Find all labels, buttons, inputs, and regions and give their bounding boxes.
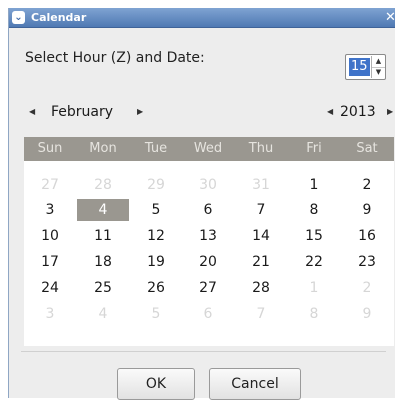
hour-spinner[interactable]: 15 ▲ ▼ bbox=[345, 54, 386, 80]
hour-value[interactable]: 15 bbox=[349, 58, 370, 76]
day-cell[interactable]: 1 bbox=[288, 174, 340, 196]
year-label: 2013 bbox=[340, 104, 376, 120]
weekday-tue: Tue bbox=[144, 141, 168, 156]
day-cell[interactable]: 5 bbox=[130, 303, 182, 325]
weekday-wed: Wed bbox=[193, 141, 223, 156]
day-cell[interactable]: 28 bbox=[235, 277, 287, 299]
hour-date-label: Select Hour (Z) and Date: bbox=[25, 50, 205, 66]
day-cell[interactable]: 17 bbox=[24, 251, 76, 273]
month-label: February bbox=[51, 104, 114, 120]
day-cell[interactable]: 15 bbox=[288, 225, 340, 247]
spin-down-button[interactable]: ▼ bbox=[372, 67, 385, 78]
cancel-button[interactable]: Cancel bbox=[209, 368, 301, 400]
calendar-grid: Sun Mon Tue Wed Thu Fri Sat 27 28 29 30 31 1 2 3 4 5 6 7 8… bbox=[24, 137, 394, 346]
window-title: Calendar bbox=[31, 11, 87, 24]
weekday-mon: Mon bbox=[89, 141, 117, 156]
day-cell[interactable]: 7 bbox=[235, 303, 287, 325]
prev-month-icon[interactable]: ◀ bbox=[29, 104, 35, 120]
day-cell[interactable]: 2 bbox=[341, 277, 393, 299]
day-cell[interactable]: 1 bbox=[288, 277, 340, 299]
day-cell[interactable]: 24 bbox=[24, 277, 76, 299]
day-cell[interactable]: 25 bbox=[77, 277, 129, 299]
day-cell[interactable]: 4 bbox=[77, 303, 129, 325]
close-icon[interactable]: ✕ bbox=[385, 9, 395, 26]
weekday-fri: Fri bbox=[306, 141, 322, 156]
weekday-header: Sun Mon Tue Wed Thu Fri Sat bbox=[24, 137, 394, 161]
weekday-sat: Sat bbox=[356, 141, 378, 156]
day-cell[interactable]: 30 bbox=[182, 174, 234, 196]
day-cell[interactable]: 16 bbox=[341, 225, 393, 247]
day-cell[interactable]: 5 bbox=[130, 199, 182, 221]
day-cell[interactable]: 3 bbox=[24, 199, 76, 221]
day-cell[interactable]: 11 bbox=[77, 225, 129, 247]
day-cell[interactable]: 13 bbox=[182, 225, 234, 247]
day-cell[interactable]: 23 bbox=[341, 251, 393, 273]
day-cell[interactable]: 27 bbox=[182, 277, 234, 299]
month-year-navigation: ◀ February ▶ ◀ 2013 ▶ bbox=[9, 102, 395, 124]
day-cell[interactable]: 27 bbox=[24, 174, 76, 196]
day-cell[interactable]: 2 bbox=[341, 174, 393, 196]
day-cell[interactable]: 6 bbox=[182, 303, 234, 325]
day-cell[interactable]: 3 bbox=[24, 303, 76, 325]
day-cell[interactable]: 7 bbox=[235, 199, 287, 221]
weekday-sun: Sun bbox=[37, 141, 63, 156]
day-cell[interactable]: 10 bbox=[24, 225, 76, 247]
day-cell[interactable]: 19 bbox=[130, 251, 182, 273]
next-month-icon[interactable]: ▶ bbox=[137, 104, 143, 120]
day-cell[interactable]: 18 bbox=[77, 251, 129, 273]
day-cell[interactable]: 9 bbox=[341, 303, 393, 325]
spinner-buttons: ▲ ▼ bbox=[371, 56, 385, 78]
day-cell-selected[interactable]: 4 bbox=[77, 199, 129, 221]
day-cell[interactable]: 14 bbox=[235, 225, 287, 247]
day-cell[interactable]: 6 bbox=[182, 199, 234, 221]
day-cell[interactable]: 29 bbox=[130, 174, 182, 196]
day-cell[interactable]: 31 bbox=[235, 174, 287, 196]
day-cell[interactable]: 12 bbox=[130, 225, 182, 247]
day-cell[interactable]: 8 bbox=[288, 303, 340, 325]
day-cell[interactable]: 28 bbox=[77, 174, 129, 196]
title-bar[interactable]: ⌄ Calendar ✕ bbox=[9, 8, 395, 28]
next-year-icon[interactable]: ▶ bbox=[387, 104, 393, 120]
day-cell[interactable]: 26 bbox=[130, 277, 182, 299]
prev-year-icon[interactable]: ◀ bbox=[327, 104, 333, 120]
button-separator bbox=[21, 351, 386, 352]
day-cell[interactable]: 20 bbox=[182, 251, 234, 273]
day-cell[interactable]: 21 bbox=[235, 251, 287, 273]
day-cell[interactable]: 9 bbox=[341, 199, 393, 221]
chevron-down-icon[interactable]: ⌄ bbox=[12, 11, 25, 24]
ok-button[interactable]: OK bbox=[117, 368, 195, 400]
day-cell[interactable]: 8 bbox=[288, 199, 340, 221]
weekday-thu: Thu bbox=[248, 141, 274, 156]
day-cell[interactable]: 22 bbox=[288, 251, 340, 273]
calendar-dialog: ⌄ Calendar ✕ Select Hour (Z) and Date: 1… bbox=[8, 8, 395, 400]
